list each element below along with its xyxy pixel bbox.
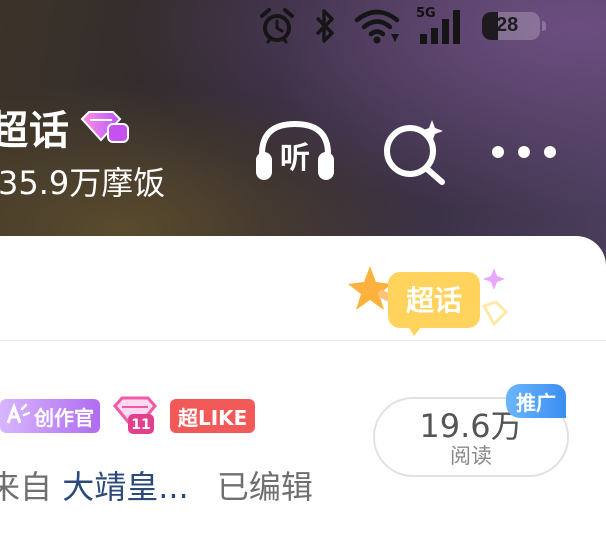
- creator-badge-label: 创作官: [34, 405, 94, 430]
- follower-count: 35.9万摩饭: [0, 164, 166, 202]
- user-badges: 创作官 11 超LIKE: [0, 396, 256, 436]
- source-prefix: 来自: [0, 468, 53, 506]
- read-count-label: 阅读: [450, 444, 492, 468]
- creator-badge-icon: [6, 403, 30, 424]
- signal-bars-icon: [420, 10, 460, 44]
- promoted-tag-label: 推广: [516, 390, 556, 415]
- more-options-button[interactable]: [492, 146, 556, 158]
- super-like-label: 超LIKE: [178, 405, 248, 430]
- diamond-level-icon: 11: [113, 396, 157, 434]
- user-level-text: 11: [131, 417, 150, 433]
- search-icon: [384, 120, 445, 185]
- section-divider: [0, 340, 606, 341]
- source-name-link[interactable]: 大靖皇...: [62, 468, 189, 506]
- user-level-badge[interactable]: 11: [112, 396, 158, 436]
- super-like-badge[interactable]: 超LIKE: [170, 399, 256, 433]
- alarm-icon: [260, 8, 294, 44]
- bluetooth-icon: [315, 9, 334, 43]
- topic-title-row[interactable]: 超话: [0, 98, 130, 156]
- battery-cap: [542, 21, 546, 31]
- status-bar: 5G 28: [258, 4, 546, 48]
- super-topic-sticker-art: 超话: [348, 266, 509, 336]
- battery-level-text: 28: [496, 14, 519, 36]
- edited-label: 已编辑: [216, 468, 313, 506]
- wifi-icon: [354, 9, 400, 44]
- listen-label: 听: [280, 141, 310, 176]
- topic-title: 超话: [0, 108, 70, 154]
- headphones-icon: 听: [256, 120, 334, 180]
- promoted-tag: 推广: [506, 384, 566, 418]
- super-topic-sticker: 超话: [348, 262, 518, 342]
- cellular-signal: 5G: [416, 6, 466, 46]
- dot-icon: [492, 146, 504, 158]
- listen-button[interactable]: 听: [254, 118, 336, 188]
- sticker-label: 超话: [406, 284, 462, 317]
- battery-indicator: 28: [482, 10, 546, 42]
- post-meta: 来自 大靖皇... 已编辑: [0, 462, 313, 508]
- dot-icon: [518, 146, 530, 158]
- dot-icon: [544, 146, 556, 158]
- diamond-level-icon: [80, 111, 129, 143]
- creator-badge[interactable]: 创作官: [0, 399, 100, 433]
- search-button[interactable]: [382, 118, 450, 190]
